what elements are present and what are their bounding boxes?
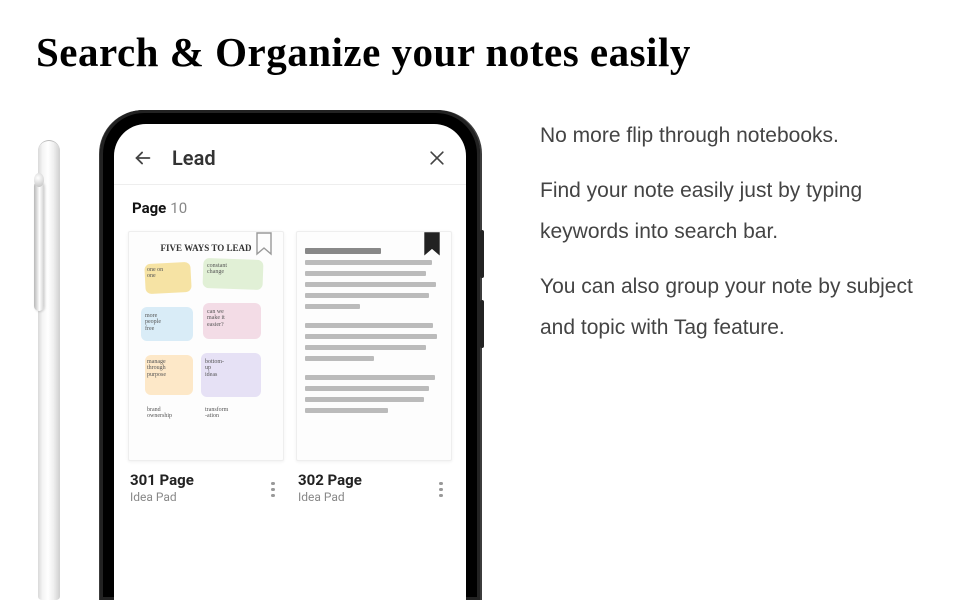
copy-paragraph: No more flip through notebooks. xyxy=(540,116,940,157)
result-count-value: 10 xyxy=(170,199,187,217)
phone-mockup: Lead Page10 FIVE WAYS TO LEAD xyxy=(100,110,480,600)
result-subtitle: Idea Pad xyxy=(130,490,264,504)
note-sketch: one onone constantchange morepeoplefree … xyxy=(137,259,275,439)
bookmark-icon[interactable] xyxy=(423,232,441,256)
copy-paragraph: You can also group your note by subject … xyxy=(540,267,940,349)
page-title: Search & Organize your notes easily xyxy=(0,0,970,76)
search-input[interactable]: Lead xyxy=(172,146,408,170)
marketing-copy: No more flip through notebooks. Find you… xyxy=(540,116,940,363)
result-count: Page10 xyxy=(114,185,466,225)
close-icon[interactable] xyxy=(426,147,448,169)
copy-paragraph: Find your note easily just by typing key… xyxy=(540,171,940,253)
result-subtitle: Idea Pad xyxy=(298,490,432,504)
result-title: 301 Page xyxy=(130,471,264,489)
search-results: FIVE WAYS TO LEAD one onone constantchan… xyxy=(114,225,466,600)
result-title: 302 Page xyxy=(298,471,432,489)
note-thumbnail xyxy=(296,231,452,461)
note-thumbnail: FIVE WAYS TO LEAD one onone constantchan… xyxy=(128,231,284,461)
result-count-label: Page xyxy=(132,199,166,217)
result-card[interactable]: 302 Page Idea Pad xyxy=(296,231,452,600)
more-icon[interactable] xyxy=(264,475,282,500)
app-screen: Lead Page10 FIVE WAYS TO LEAD xyxy=(114,124,466,600)
result-card[interactable]: FIVE WAYS TO LEAD one onone constantchan… xyxy=(128,231,284,600)
stylus-pen-image xyxy=(36,140,62,600)
more-icon[interactable] xyxy=(432,475,450,500)
bookmark-icon[interactable] xyxy=(255,232,273,256)
back-icon[interactable] xyxy=(132,147,154,169)
search-bar: Lead xyxy=(114,124,466,185)
note-text-preview xyxy=(305,248,443,413)
